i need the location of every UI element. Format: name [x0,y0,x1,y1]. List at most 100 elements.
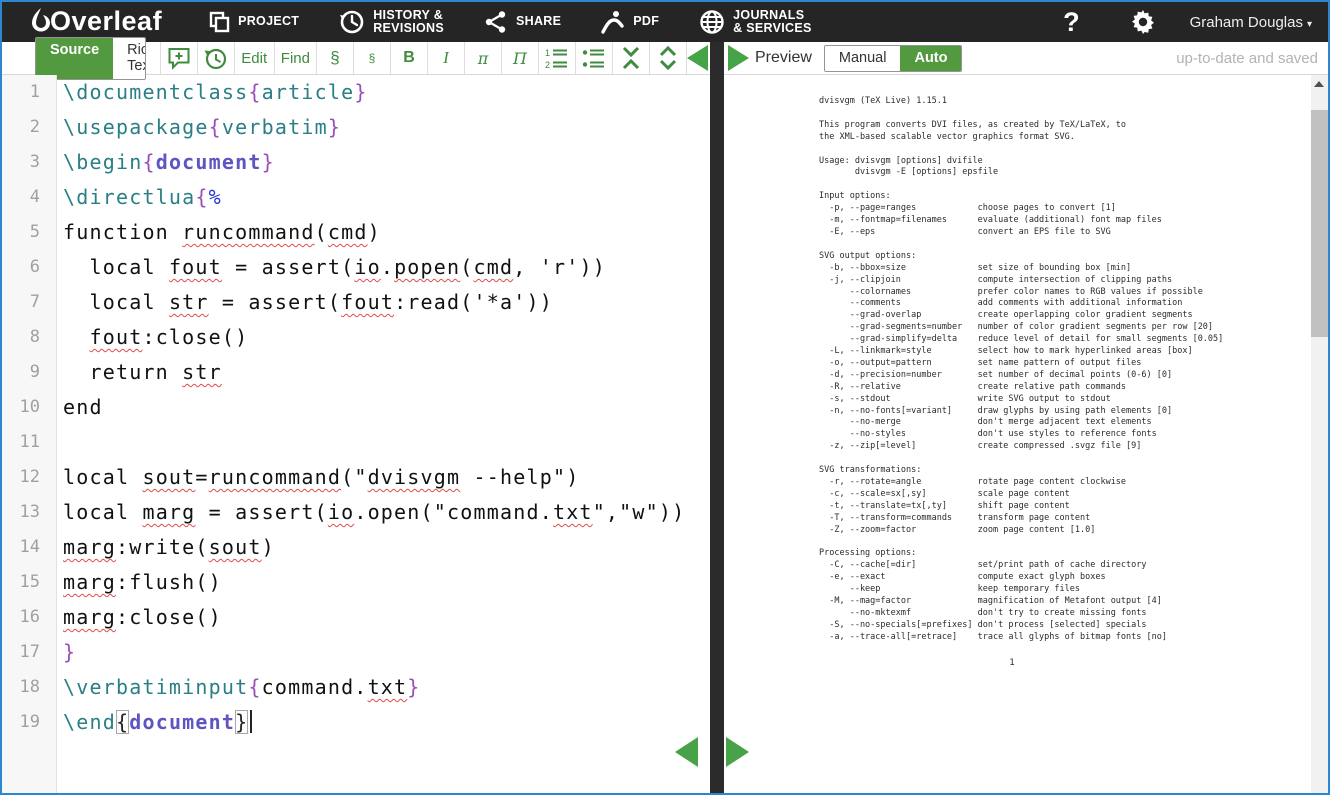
line-number: 17 [2,635,57,670]
inline-math-button[interactable]: π [464,42,501,74]
user-menu[interactable]: Graham Douglas ▾ [1184,14,1312,31]
collapse-icon [620,46,642,70]
edit-menu-button[interactable]: Edit [234,42,274,74]
italic-button[interactable]: I [427,42,464,74]
nav-pdf[interactable]: PDF [601,10,659,34]
copy-icon [208,11,230,33]
track-changes-button[interactable] [197,42,234,74]
numbered-list-icon: 12 [545,47,569,70]
editor-pane: Source Rich Text Edit Find § § B I π Π [2,42,710,793]
rich-text-mode-button[interactable]: Rich Text [113,38,145,79]
editor-toolbar: Source Rich Text Edit Find § § B I π Π [2,42,710,75]
nav-project-label: PROJECT [238,15,299,29]
bottom-collapse-editor-triangle[interactable] [675,737,698,767]
line-number: 6 [2,250,57,285]
share-icon [484,10,508,34]
line-number: 3 [2,145,57,180]
expand-icon [657,46,679,70]
code-line[interactable]: 16marg:close() [2,600,710,635]
code-line[interactable]: 14marg:write(sout) [2,530,710,565]
svg-text:2: 2 [545,60,550,70]
source-mode-button[interactable]: Source [36,38,113,79]
nav-pdf-label: PDF [633,15,659,29]
svg-text:1: 1 [545,48,550,58]
code-line[interactable]: 4\directlua{% [2,180,710,215]
code-line[interactable]: 12local sout=runcommand("dvisvgm --help"… [2,460,710,495]
user-name: Graham Douglas [1190,14,1303,31]
line-number: 16 [2,600,57,635]
line-number: 9 [2,355,57,390]
nav-history-label: HISTORY &REVISIONS [373,9,444,36]
line-number: 14 [2,530,57,565]
collapse-editor-triangle[interactable] [687,45,708,71]
compile-mode-toggle: Manual Auto [824,45,963,72]
nav-history-revisions[interactable]: HISTORY &REVISIONS [339,9,444,36]
line-number: 11 [2,425,57,460]
pdf-page: dvisvgm (TeX Live) 1.15.1 This program c… [724,75,1311,793]
code-line[interactable]: 11 [2,425,710,460]
line-number: 4 [2,180,57,215]
help-button[interactable]: ? [1041,7,1102,38]
preview-toolbar: Preview Manual Auto up-to-date and saved [724,42,1328,75]
find-button[interactable]: Find [274,42,316,74]
code-line[interactable]: 19\end{document} [2,705,710,740]
pdf-acrobat-icon [601,10,625,34]
code-lines: 1\documentclass{article}2\usepackage{ver… [2,75,710,740]
bold-button[interactable]: B [390,42,427,74]
code-line[interactable]: 5function runcommand(cmd) [2,215,710,250]
pane-divider[interactable] [710,42,724,793]
expand-preview-triangle[interactable] [728,45,749,71]
unfold-section-button[interactable] [649,42,686,74]
line-number: 5 [2,215,57,250]
add-comment-button[interactable] [160,42,197,74]
nav-share[interactable]: SHARE [484,10,561,34]
numbered-list-button[interactable]: 12 [538,42,575,74]
line-number: 19 [2,705,57,740]
subsection-button[interactable]: § [353,42,390,74]
scroll-up-arrow-icon[interactable] [1314,81,1324,87]
code-line[interactable]: 10end [2,390,710,425]
code-line[interactable]: 6 local fout = assert(io.popen(cmd, 'r')… [2,250,710,285]
code-line[interactable]: 1\documentclass{article} [2,75,710,110]
bullet-list-button[interactable] [575,42,612,74]
nav-journals-services[interactable]: JOURNALS& SERVICES [699,9,812,36]
preview-label: Preview [755,49,812,67]
code-editor[interactable]: 1\documentclass{article}2\usepackage{ver… [2,75,710,793]
overleaf-logo-text: Overleaf [50,6,162,37]
code-line[interactable]: 2\usepackage{verbatim} [2,110,710,145]
top-navbar: Overleaf PROJECT HISTORY &REVISIONS SHAR… [2,2,1328,42]
pdf-scrollbar-thumb[interactable] [1311,110,1328,337]
fold-section-button[interactable] [612,42,649,74]
preview-pane: Preview Manual Auto up-to-date and saved… [724,42,1328,793]
line-number: 8 [2,320,57,355]
bottom-expand-preview-triangle[interactable] [726,737,749,767]
main-split: Source Rich Text Edit Find § § B I π Π [2,42,1328,793]
auto-compile-button[interactable]: Auto [900,46,961,71]
nav-project[interactable]: PROJECT [208,11,299,33]
line-number: 7 [2,285,57,320]
display-math-button[interactable]: Π [501,42,538,74]
chevron-down-icon: ▾ [1307,19,1312,30]
section-button[interactable]: § [316,42,353,74]
manual-compile-button[interactable]: Manual [825,46,901,71]
code-line[interactable]: 9 return str [2,355,710,390]
overleaf-logo[interactable]: Overleaf [2,6,188,39]
pdf-scrollbar[interactable] [1311,75,1328,793]
line-number: 10 [2,390,57,425]
save-status: up-to-date and saved [1176,50,1318,67]
code-line[interactable]: 7 local str = assert(fout:read('*a')) [2,285,710,320]
code-line[interactable]: 8 fout:close() [2,320,710,355]
pdf-text: dvisvgm (TeX Live) 1.15.1 This program c… [819,96,1223,644]
code-line[interactable]: 18\verbatiminput{command.txt} [2,670,710,705]
code-line[interactable]: 3\begin{document} [2,145,710,180]
line-number: 15 [2,565,57,600]
globe-icon [699,9,725,35]
pdf-page-number: 1 [819,658,1205,668]
line-number: 12 [2,460,57,495]
history-icon [339,9,365,35]
code-line[interactable]: 13local marg = assert(io.open("command.t… [2,495,710,530]
code-line[interactable]: 17} [2,635,710,670]
settings-gear-icon[interactable] [1110,9,1176,35]
pdf-preview: dvisvgm (TeX Live) 1.15.1 This program c… [724,75,1328,793]
code-line[interactable]: 15marg:flush() [2,565,710,600]
